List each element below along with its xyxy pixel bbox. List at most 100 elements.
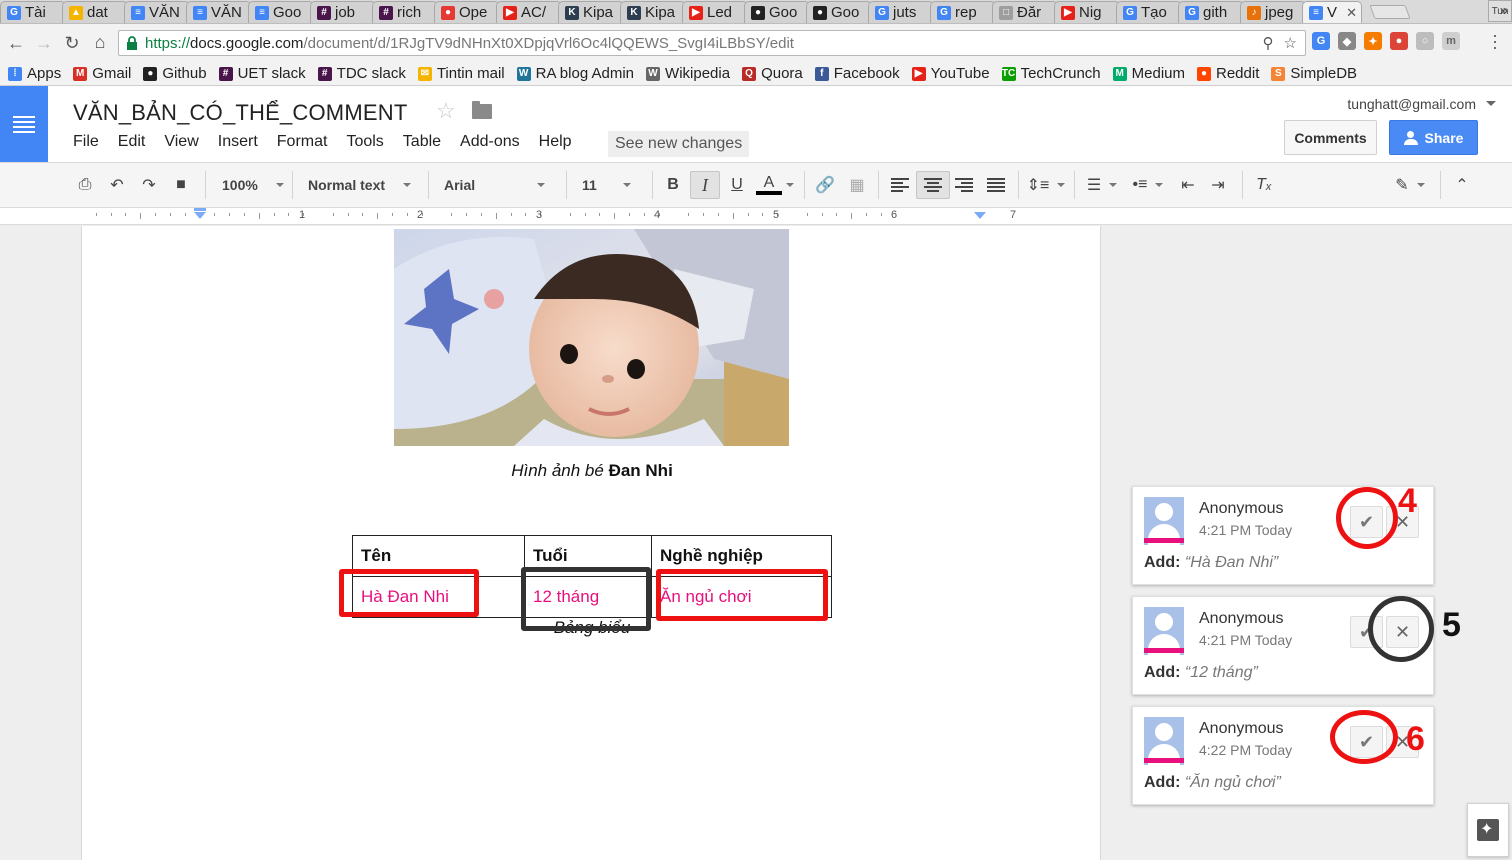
menu-item-edit[interactable]: Edit [118, 133, 146, 151]
bookmark-item[interactable]: # TDC slack [317, 65, 406, 82]
browser-tab[interactable]: Grep [930, 1, 996, 23]
browser-tab[interactable]: ▶ Led [682, 1, 748, 23]
bold-button[interactable]: B [662, 171, 684, 199]
browser-tab[interactable]: □ Đăr [992, 1, 1058, 23]
translate-extension-icon[interactable]: G [1312, 32, 1330, 50]
bookmark-item[interactable]: M Gmail [73, 65, 131, 82]
bookmark-item[interactable]: ⁞ Apps [8, 65, 61, 82]
browser-tab[interactable]: ≡ V ✕ [1302, 1, 1362, 23]
circle-extension-icon[interactable]: ○ [1416, 32, 1434, 50]
address-bar[interactable]: https://docs.google.com/document/d/1RJgT… [118, 30, 1306, 56]
print-icon[interactable]: ⎙ [74, 171, 96, 199]
browser-tab[interactable]: ≡ VĂN [186, 1, 252, 23]
browser-tab[interactable]: ♪ jpeg [1240, 1, 1306, 23]
browser-tab[interactable]: ● Goo [806, 1, 872, 23]
paint-format-icon[interactable]: ■ [170, 171, 192, 199]
browser-tab[interactable]: Gjuts [868, 1, 934, 23]
clear-formatting-icon[interactable]: Tₓ [1252, 171, 1276, 199]
menu-item-file[interactable]: File [73, 133, 99, 151]
bookmark-item[interactable]: M Medium [1112, 65, 1185, 82]
bookmark-item[interactable]: S SimpleDB [1271, 65, 1357, 82]
decrease-indent-icon[interactable]: ⇤ [1176, 171, 1200, 199]
browser-tab[interactable]: # job [310, 1, 376, 23]
paragraph-style-select[interactable]: Normal text [308, 171, 418, 199]
browser-tab[interactable]: G Tài [0, 1, 66, 23]
browser-tab[interactable]: ≡ VĂN [124, 1, 190, 23]
menu-item-insert[interactable]: Insert [218, 133, 258, 151]
browser-tab[interactable]: ● Goo [744, 1, 810, 23]
browser-tab[interactable]: ≡ Goo [248, 1, 314, 23]
menu-item-table[interactable]: Table [403, 133, 441, 151]
new-tab-button[interactable] [1369, 5, 1411, 19]
menu-item-view[interactable]: View [164, 133, 198, 151]
italic-button[interactable]: I [690, 171, 720, 199]
docs-home-icon[interactable] [0, 86, 48, 162]
menu-item-tools[interactable]: Tools [346, 133, 383, 151]
eyedropper-extension-icon[interactable]: ✦ [1364, 32, 1382, 50]
browser-tab[interactable]: Ggith [1178, 1, 1244, 23]
bookmarks-overflow-icon[interactable]: » [1500, 2, 1508, 19]
browser-tab[interactable]: ● Ope [434, 1, 500, 23]
bookmark-item[interactable]: W RA blog Admin [516, 65, 634, 82]
first-line-indent-marker[interactable] [194, 208, 206, 211]
bookmark-item[interactable]: ▶ YouTube [911, 65, 990, 82]
account-caret-icon[interactable] [1486, 101, 1496, 106]
align-right-icon[interactable] [952, 171, 976, 199]
browser-tab[interactable]: K Kipa [558, 1, 624, 23]
browser-tab[interactable]: K Kipa [620, 1, 686, 23]
bookmark-item[interactable]: # UET slack [218, 65, 306, 82]
align-left-icon[interactable] [888, 171, 912, 199]
share-button[interactable]: Share [1389, 120, 1478, 155]
left-indent-marker[interactable] [194, 212, 206, 219]
bookmark-item[interactable]: ● Reddit [1197, 65, 1259, 82]
font-select[interactable]: Arial [444, 171, 554, 199]
bookmark-item[interactable]: TC TechCrunch [1001, 65, 1101, 82]
editing-mode-pencil-icon[interactable]: ✎ [1390, 171, 1430, 199]
align-center-icon[interactable] [916, 171, 950, 199]
zoom-select[interactable]: 100% [222, 171, 284, 199]
underline-button[interactable]: U [726, 171, 748, 199]
browser-tab[interactable]: ▶ AC/ [496, 1, 562, 23]
zoom-icon[interactable]: ⚲ [1263, 34, 1274, 52]
text-color-caret-icon[interactable] [784, 171, 796, 199]
align-justify-icon[interactable] [984, 171, 1008, 199]
increase-indent-icon[interactable]: ⇥ [1206, 171, 1230, 199]
reload-icon[interactable]: ↻ [58, 29, 86, 57]
chrome-extension-icon[interactable]: ● [1390, 32, 1408, 50]
undo-icon[interactable]: ↶ [106, 171, 128, 199]
menu-item-format[interactable]: Format [277, 133, 328, 151]
browser-tab[interactable]: # rich [372, 1, 438, 23]
comments-button[interactable]: Comments [1284, 120, 1377, 155]
document-title[interactable]: VĂN_BẢN_CÓ_THỂ_COMMENT [73, 100, 407, 126]
numbered-list-icon[interactable]: ☰ [1082, 171, 1122, 199]
bookmark-item[interactable]: Q Quora [742, 65, 803, 82]
bookmark-item[interactable]: W Wikipedia [646, 65, 730, 82]
browser-tab[interactable]: ▶ Nig [1054, 1, 1120, 23]
folder-icon[interactable] [472, 101, 492, 119]
comment-icon[interactable]: ▦ [846, 171, 868, 199]
ruler[interactable]: 1 2 3 4 5 6 7 [0, 208, 1512, 225]
bulleted-list-icon[interactable]: •≡ [1128, 171, 1168, 199]
browser-tab[interactable]: ▲ dat [62, 1, 128, 23]
baby-photo[interactable] [394, 229, 789, 446]
menu-item-addons[interactable]: Add-ons [460, 133, 520, 151]
back-icon[interactable]: ← [2, 29, 30, 57]
bookmark-star-icon[interactable]: ☆ [1284, 34, 1297, 52]
bookmark-item[interactable]: f Facebook [814, 65, 900, 82]
redo-icon[interactable]: ↷ [138, 171, 160, 199]
star-icon[interactable]: ☆ [436, 98, 456, 124]
collapse-menus-icon[interactable]: ⌃ [1450, 171, 1474, 199]
home-icon[interactable]: ⌂ [86, 28, 114, 56]
medium-extension-icon[interactable]: m [1442, 32, 1460, 50]
bookmark-item[interactable]: ● Github [143, 65, 207, 82]
menu-item-help[interactable]: Help [539, 133, 572, 151]
browser-tab[interactable]: G Tạo [1116, 1, 1182, 23]
text-color-button[interactable]: A [754, 171, 784, 199]
document-page[interactable]: Hình ảnh bé Đan Nhi Tên Tuổi Nghề nghiệp… [81, 226, 1101, 860]
forward-icon[interactable]: → [30, 29, 58, 57]
bookmark-item[interactable]: ✉ Tintin mail [417, 65, 505, 82]
see-new-changes-button[interactable]: See new changes [608, 131, 750, 157]
right-indent-marker[interactable] [974, 212, 986, 219]
font-size-select[interactable]: 11 [582, 171, 644, 199]
explore-button[interactable] [1467, 803, 1509, 857]
